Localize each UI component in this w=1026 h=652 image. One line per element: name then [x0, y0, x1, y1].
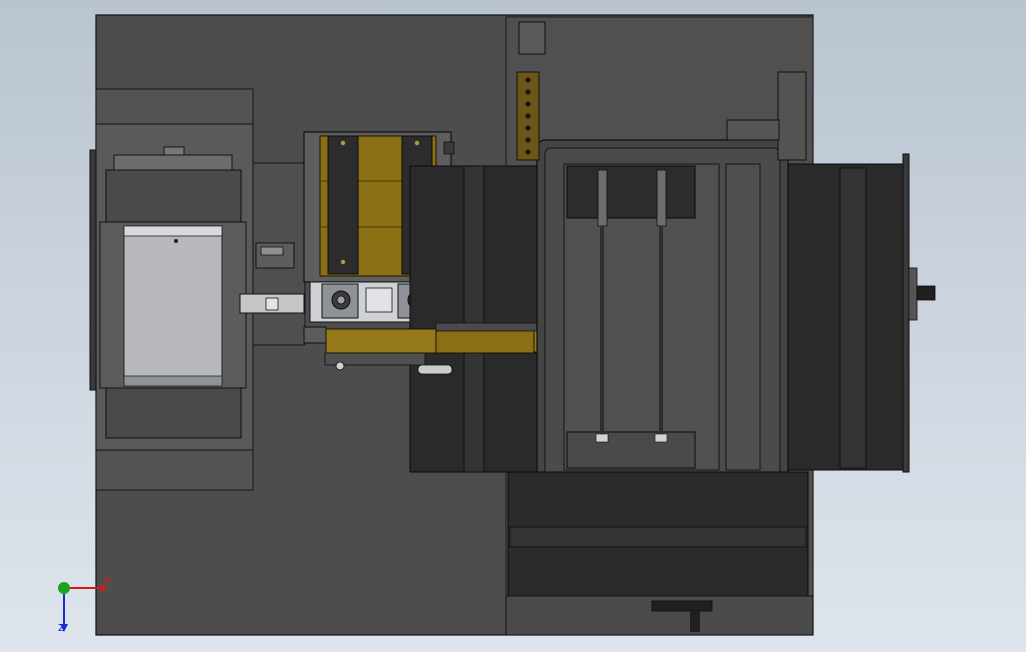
coupling-mount: [303, 326, 327, 344]
right-shaft-collar: [908, 267, 918, 321]
rod-clip: [654, 433, 668, 443]
bottom-block-plate: [509, 526, 807, 548]
chamber-side-slot: [725, 163, 761, 471]
motor-flange: [89, 149, 97, 391]
coordinate-triad: X Z: [44, 570, 124, 640]
triad-axes: [58, 582, 108, 632]
right-bracket: [777, 71, 807, 161]
tension-rod: [600, 226, 604, 436]
rod-clip: [595, 433, 609, 443]
chamber-bottom-clamp: [566, 431, 696, 469]
strip-bolt: [525, 89, 531, 95]
right-stack-plate: [839, 167, 867, 469]
right-output-shaft: [916, 285, 936, 301]
motor-cylinder-top: [123, 225, 223, 237]
bearing-left-bore: [336, 295, 346, 305]
strip-bolt: [525, 137, 531, 143]
strip-bolt: [525, 113, 531, 119]
motor-screw: [174, 239, 178, 243]
machine-assembly-drawing[interactable]: [0, 0, 1026, 652]
bottom-gear: [651, 600, 713, 612]
tension-rod-top: [597, 169, 608, 227]
motor-shaft-cap: [163, 146, 185, 156]
motor-cylinder: [123, 225, 223, 387]
rail-bolt: [414, 140, 420, 146]
bottom-shaft: [690, 611, 700, 632]
motor-top-cap: [113, 154, 233, 171]
rail-bolt: [340, 140, 346, 146]
tension-rod-top: [656, 169, 667, 227]
coupling-nut: [265, 297, 279, 311]
strip-bolt: [525, 125, 531, 131]
carriage-rail-left: [327, 135, 359, 275]
strip-bolt: [525, 101, 531, 107]
x-axis-label: X: [104, 575, 111, 586]
tension-rod: [659, 226, 663, 436]
strip-bolt: [525, 77, 531, 83]
top-bracket: [518, 21, 546, 55]
y-axis-dot: [58, 582, 70, 594]
gold-arm-left-segment: [325, 328, 437, 354]
bearing-spacer: [365, 287, 393, 313]
strip-bolt: [525, 149, 531, 155]
motor-cylinder-bottom: [123, 375, 223, 387]
cad-viewport[interactable]: X Z: [0, 0, 1026, 652]
arm-knob: [335, 361, 345, 371]
right-end-cap: [902, 153, 910, 473]
z-axis-label: Z: [58, 623, 65, 634]
carriage-stop: [443, 141, 455, 155]
chamber-hinge: [726, 119, 780, 141]
center-stack-plate: [463, 165, 485, 473]
coupling-disc: [260, 246, 284, 256]
chamber-top-clamp: [566, 165, 696, 219]
rail-bolt: [340, 259, 346, 265]
arm-handle: [417, 364, 453, 375]
